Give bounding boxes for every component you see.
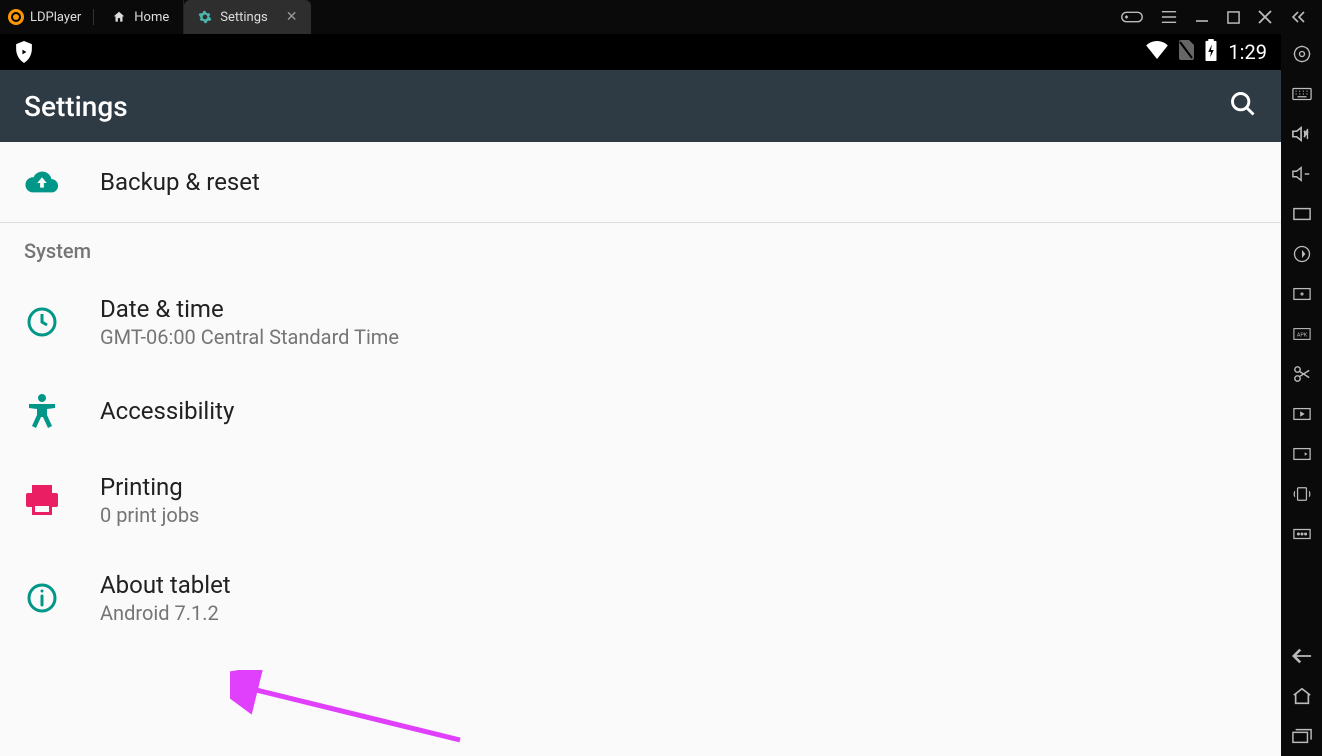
- settings-item-printing[interactable]: Printing 0 print jobs: [0, 451, 1281, 549]
- printer-icon: [24, 482, 60, 518]
- settings-item-about-tablet[interactable]: About tablet Android 7.1.2: [0, 549, 1281, 647]
- close-window-icon[interactable]: [1258, 10, 1272, 24]
- settings-item-accessibility[interactable]: Accessibility: [0, 371, 1281, 451]
- scissors-icon[interactable]: [1292, 364, 1312, 384]
- collapse-sidebar-icon[interactable]: [1290, 10, 1306, 24]
- volume-up-icon[interactable]: [1292, 124, 1312, 144]
- fullscreen-icon[interactable]: [1292, 204, 1312, 224]
- settings-item-subtitle: GMT-06:00 Central Standard Time: [100, 325, 399, 349]
- more-icon[interactable]: [1292, 524, 1312, 544]
- emulator-titlebar: LDPlayer Home Settings ✕: [0, 0, 1322, 34]
- maximize-icon[interactable]: [1227, 11, 1240, 24]
- close-icon[interactable]: ✕: [286, 9, 298, 25]
- menu-icon[interactable]: [1161, 10, 1177, 24]
- tab-label: Home: [134, 10, 169, 25]
- apk-icon[interactable]: APK: [1292, 324, 1312, 344]
- settings-item-title: About tablet: [100, 571, 231, 599]
- settings-item-title: Accessibility: [100, 397, 234, 425]
- settings-appbar: Settings: [0, 70, 1281, 142]
- svg-text:APK: APK: [1296, 333, 1307, 339]
- statusbar-clock: 1:29: [1228, 40, 1267, 64]
- tab-home[interactable]: Home: [98, 0, 184, 34]
- settings-item-title: Printing: [100, 473, 199, 501]
- settings-item-title: Date & time: [100, 295, 399, 323]
- minimize-icon[interactable]: [1195, 10, 1209, 24]
- sync-icon[interactable]: [1292, 244, 1312, 264]
- clock-icon: [24, 304, 60, 340]
- settings-item-title: Backup & reset: [100, 168, 260, 196]
- gear-icon[interactable]: [1292, 44, 1312, 64]
- android-statusbar: 1:29: [0, 34, 1281, 70]
- nav-home-icon[interactable]: [1292, 686, 1312, 706]
- ldplayer-logo-icon: [8, 9, 24, 25]
- home-icon: [112, 10, 126, 24]
- tab-label: Settings: [220, 10, 267, 25]
- tab-settings[interactable]: Settings ✕: [184, 0, 311, 34]
- page-title: Settings: [24, 90, 128, 123]
- emulator-side-toolbar: APK: [1281, 34, 1322, 756]
- nav-recents-icon[interactable]: [1292, 726, 1312, 746]
- multi-instance-icon[interactable]: [1292, 284, 1312, 304]
- settings-item-backup-reset[interactable]: Backup & reset: [0, 142, 1281, 222]
- nav-back-icon[interactable]: [1292, 646, 1312, 666]
- search-icon[interactable]: [1229, 90, 1257, 122]
- app-brand: LDPlayer: [8, 9, 94, 25]
- gamepad-icon[interactable]: [1121, 9, 1143, 25]
- no-sim-icon: [1178, 40, 1194, 65]
- section-header-system: System: [0, 223, 1281, 273]
- accessibility-icon: [24, 393, 60, 429]
- shake-icon[interactable]: [1292, 484, 1312, 504]
- settings-item-subtitle: 0 print jobs: [100, 503, 199, 527]
- app-brand-label: LDPlayer: [30, 10, 81, 25]
- cloud-upload-icon: [24, 164, 60, 200]
- android-screen: 1:29 Settings Backup & reset System: [0, 34, 1281, 756]
- volume-down-icon[interactable]: [1292, 164, 1312, 184]
- settings-item-subtitle: Android 7.1.2: [100, 601, 231, 625]
- gear-icon: [198, 10, 212, 24]
- settings-list: Backup & reset System Date & time GMT-06…: [0, 142, 1281, 756]
- screenshot-icon[interactable]: [1292, 444, 1312, 464]
- battery-charging-icon: [1204, 39, 1218, 66]
- shield-icon: [14, 41, 36, 63]
- video-record-icon[interactable]: [1292, 404, 1312, 424]
- info-icon: [24, 580, 60, 616]
- wifi-icon: [1146, 41, 1168, 64]
- window-controls: [1121, 9, 1314, 25]
- settings-item-date-time[interactable]: Date & time GMT-06:00 Central Standard T…: [0, 273, 1281, 371]
- keyboard-icon[interactable]: [1292, 84, 1312, 104]
